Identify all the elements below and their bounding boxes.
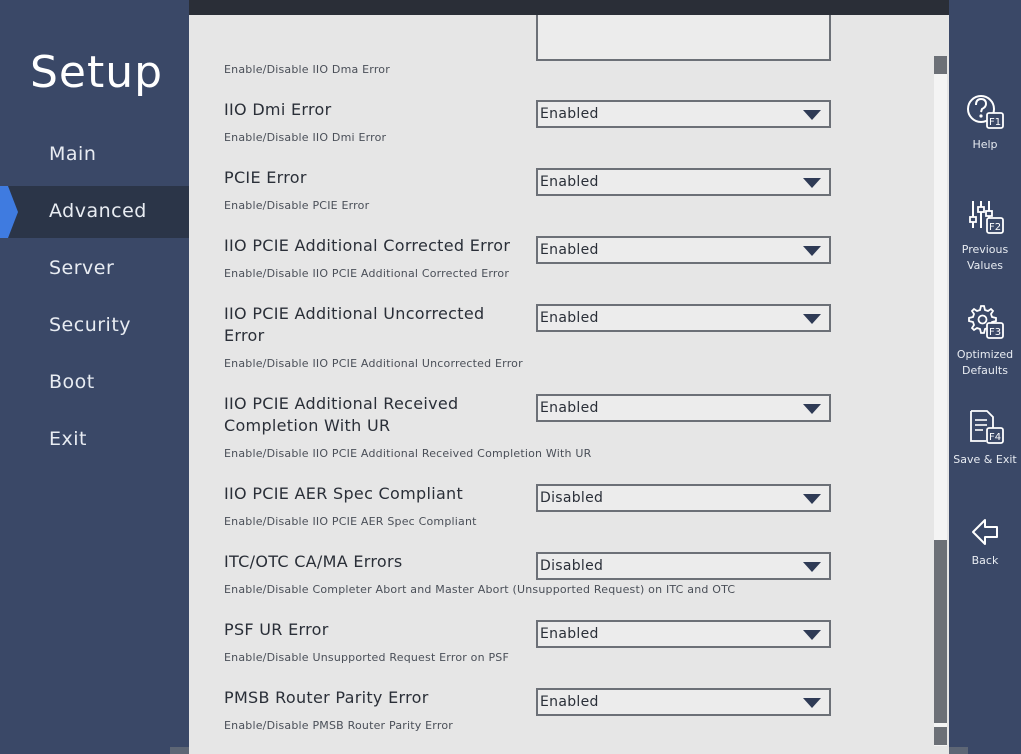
sliders-icon: F2	[969, 201, 1004, 234]
setting-description: Enable/Disable IIO PCIE AER Spec Complia…	[224, 515, 477, 528]
bottom-left-tab	[170, 747, 189, 754]
iio-pcie-additional-corrected-error-dropdown[interactable]: Enabled	[536, 236, 831, 264]
svg-text:F3: F3	[989, 327, 1001, 338]
setting-description: Enable/Disable IIO PCIE Additional Uncor…	[224, 357, 523, 370]
iio-dmi-error-dropdown[interactable]: Enabled	[536, 100, 831, 128]
nav-item-label: Security	[49, 314, 132, 336]
psf-ur-error-dropdown[interactable]: Enabled	[536, 620, 831, 648]
settings-panel: Enable/Disable IIO Dma Error IIO Dmi Err…	[189, 15, 949, 754]
setting-description: Enable/Disable PCIE Error	[224, 199, 370, 212]
nav-item-label: Advanced	[49, 200, 147, 222]
help-icon: F1	[967, 95, 1004, 129]
nav-item-security[interactable]: Security	[0, 300, 189, 352]
dropdown-arrow-icon	[803, 314, 821, 324]
dropdown-arrow-icon	[803, 404, 821, 414]
pcie-error-dropdown[interactable]: Enabled	[536, 168, 831, 196]
dropdown-arrow-icon	[803, 698, 821, 708]
dropdown-value: Enabled	[540, 694, 599, 710]
save-exit-button[interactable]: F4 Save & Exit	[949, 408, 1021, 468]
setting-description: Enable/Disable Unsupported Request Error…	[224, 651, 510, 664]
iio-pcie-additional-uncorrected-error-dropdown[interactable]: Enabled	[536, 304, 831, 332]
nav-item-label: Boot	[49, 371, 95, 393]
dropdown-value: Disabled	[540, 490, 604, 506]
dropdown-arrow-icon	[803, 562, 821, 572]
nav-item-boot[interactable]: Boot	[0, 357, 189, 409]
svg-text:F1: F1	[989, 117, 1001, 128]
setting-name: PSF UR Error	[224, 620, 329, 639]
svg-text:F2: F2	[989, 222, 1001, 233]
active-marker-icon	[0, 186, 18, 238]
iio-pcie-additional-received-completion-with-ur-dropdown[interactable]: Enabled	[536, 394, 831, 422]
nav-item-advanced[interactable]: Advanced	[0, 186, 189, 238]
svg-text:F4: F4	[989, 432, 1001, 443]
dropdown-arrow-icon	[803, 494, 821, 504]
setting-description: Enable/Disable IIO PCIE Additional Corre…	[224, 267, 510, 280]
iio-pcie-aer-spec-compliant-dropdown[interactable]: Disabled	[536, 484, 831, 512]
save-document-icon: F4	[970, 410, 1004, 444]
help-label: Help	[972, 138, 998, 151]
setting-name: ITC/OTC CA/MA Errors	[224, 552, 403, 571]
function-key-bar: F1 Help F2 Previous Values F3 Optimized …	[949, 0, 1021, 754]
pmsb-router-parity-error-dropdown[interactable]: Enabled	[536, 688, 831, 716]
setting-name: IIO PCIE Additional Uncorrected Error	[224, 304, 485, 345]
dropdown-value: Enabled	[540, 174, 599, 190]
setting-name: PMSB Router Parity Error	[224, 688, 429, 707]
setting-description: Enable/Disable IIO Dma Error	[224, 63, 390, 76]
help-button[interactable]: F1 Help	[949, 93, 1021, 153]
nav-item-label: Main	[49, 143, 97, 165]
setting-name: IIO PCIE Additional Received Completion …	[224, 394, 459, 435]
nav-item-server[interactable]: Server	[0, 243, 189, 295]
main-header-bar	[189, 0, 949, 15]
setting-description: Enable/Disable Completer Abort and Maste…	[224, 583, 736, 596]
setting-description: Enable/Disable IIO PCIE Additional Recei…	[224, 447, 592, 460]
scrollbar-thumb[interactable]	[934, 540, 947, 723]
nav-item-main[interactable]: Main	[0, 129, 189, 181]
optimized-defaults-button[interactable]: F3 Optimized Defaults	[949, 303, 1021, 379]
dropdown-value: Enabled	[540, 310, 599, 326]
save-exit-label: Save & Exit	[953, 453, 1017, 466]
setting-name: IIO Dmi Error	[224, 100, 332, 119]
setting-name: IIO PCIE Additional Corrected Error	[224, 236, 511, 255]
dropdown-arrow-icon	[803, 246, 821, 256]
dropdown-arrow-icon	[803, 630, 821, 640]
back-button[interactable]: Back	[949, 515, 1021, 569]
setting-name: PCIE Error	[224, 168, 307, 187]
back-label: Back	[971, 554, 999, 567]
setting-description: Enable/Disable PMSB Router Parity Error	[224, 719, 453, 732]
gear-icon: F3	[968, 305, 1004, 339]
previous-values-label: Previous Values	[961, 243, 1009, 272]
dropdown-arrow-icon	[803, 110, 821, 120]
nav-item-label: Server	[49, 257, 115, 279]
dropdown-arrow-icon	[803, 178, 821, 188]
app-title: Setup	[30, 47, 164, 98]
dropdown-value: Enabled	[540, 242, 599, 258]
dropdown-value: Enabled	[540, 626, 599, 642]
left-nav: Setup Main Advanced Server Security Boot…	[0, 0, 189, 754]
bottom-right-tab	[949, 747, 968, 754]
dropdown-value: Enabled	[540, 400, 599, 416]
dropdown-value: Enabled	[540, 106, 599, 122]
setting-name: IIO PCIE AER Spec Compliant	[224, 484, 464, 503]
scrollbar-down-button[interactable]	[934, 727, 947, 745]
nav-item-label: Exit	[49, 428, 87, 450]
scrollbar-up-button[interactable]	[934, 56, 947, 74]
dropdown-value: Disabled	[540, 558, 604, 574]
iio-dma-error-dropdown[interactable]	[536, 15, 831, 61]
itc-otc-ca-ma-errors-dropdown[interactable]: Disabled	[536, 552, 831, 580]
nav-item-exit[interactable]: Exit	[0, 414, 189, 466]
optimized-defaults-label: Optimized Defaults	[956, 348, 1014, 377]
previous-values-button[interactable]: F2 Previous Values	[949, 198, 1021, 274]
setting-description: Enable/Disable IIO Dmi Error	[224, 131, 387, 144]
back-arrow-icon	[972, 519, 998, 545]
